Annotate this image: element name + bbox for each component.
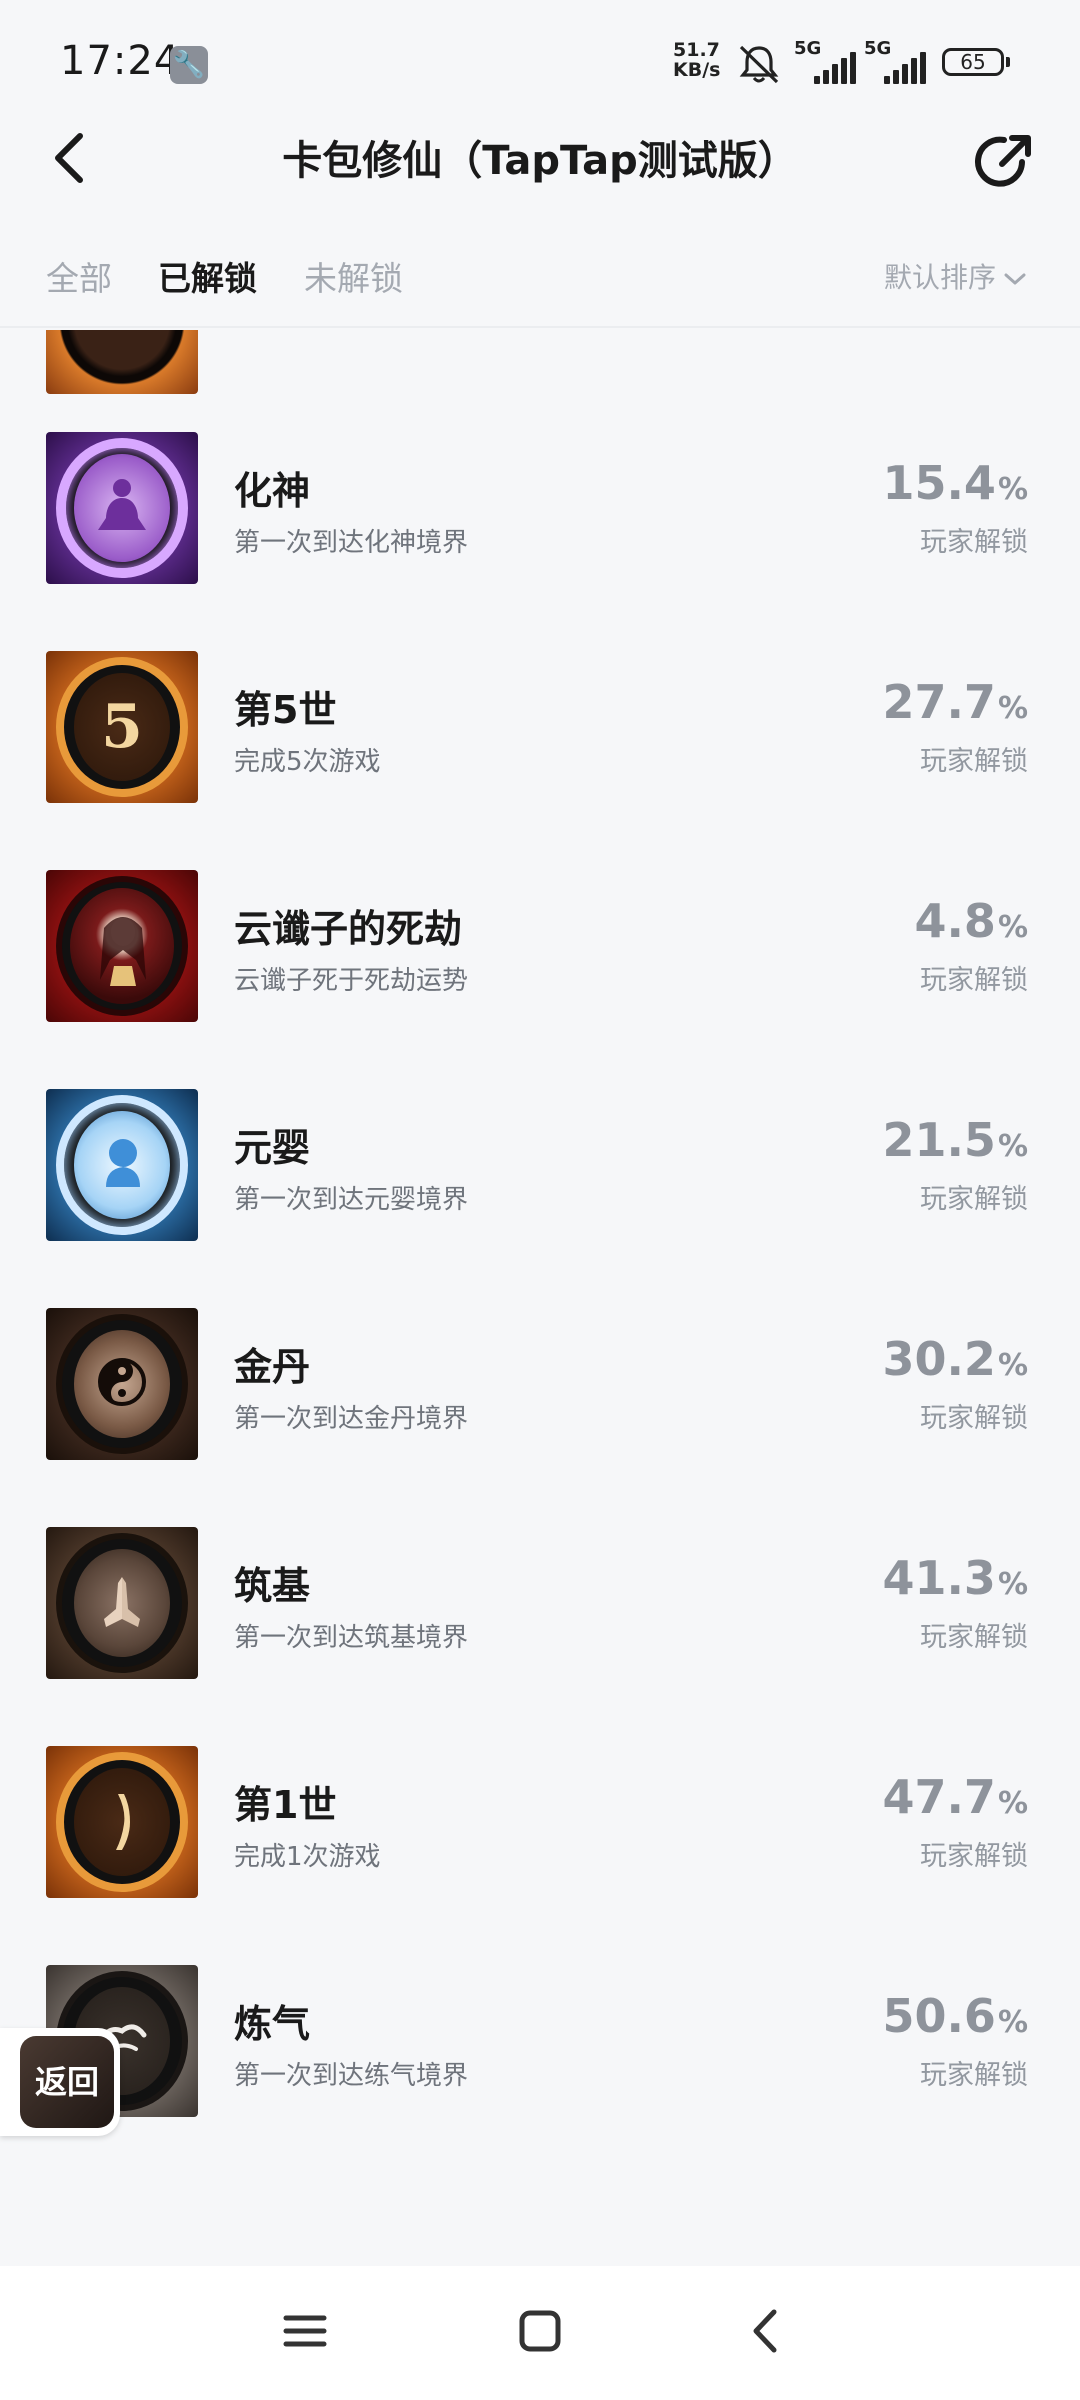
unlock-label: 玩家解锁 (920, 746, 1028, 777)
network-speed-value: 51.7 (673, 39, 720, 61)
unlock-percent: 50.6% (882, 1989, 1028, 2043)
unlock-label: 玩家解锁 (920, 527, 1028, 558)
praying-hands-icon (46, 1527, 198, 1679)
achievement-name: 炼气 (234, 2002, 311, 2046)
mute-bell-icon (739, 45, 779, 84)
achievement-list: 化神 第一次到达化神境界 15.4% 玩家解锁 5 第5世 完成5次游戏 27.… (0, 330, 1080, 2260)
character-portrait-icon (46, 870, 198, 1022)
achievement-desc: 完成1次游戏 (234, 1842, 381, 1872)
number-one-icon (46, 1746, 198, 1898)
chevron-down-icon (1004, 273, 1026, 285)
achievement-desc: 云谶子死于死劫运势 (234, 966, 469, 996)
system-nav-bar (0, 2266, 1080, 2400)
achievement-name: 第1世 (234, 1783, 337, 1827)
network-speed: 51.7 KB/s (673, 40, 720, 80)
number-five-icon: 5 (46, 651, 198, 803)
network-speed-unit: KB/s (673, 59, 721, 81)
taiji-icon (46, 1308, 198, 1460)
achievement-name: 第5世 (234, 688, 337, 732)
achievement-name: 元婴 (234, 1126, 311, 1170)
achievement-desc: 第一次到达元婴境界 (234, 1185, 469, 1215)
unlock-percent: 41.3% (882, 1551, 1028, 1605)
nav-back-icon[interactable] (732, 2296, 802, 2366)
sort-label: 默认排序 (884, 261, 997, 294)
unlock-percent: 30.2% (882, 1332, 1028, 1386)
menu-icon[interactable] (270, 2296, 340, 2366)
unlock-percent: 47.7% (882, 1770, 1028, 1824)
return-label: 返回 (20, 2036, 114, 2128)
achievement-name: 化神 (234, 469, 311, 513)
achievement-name: 云谶子的死劫 (234, 907, 463, 951)
share-icon[interactable] (970, 128, 1038, 196)
sort-dropdown[interactable]: 默认排序 (884, 256, 1028, 296)
unlock-label: 玩家解锁 (920, 1184, 1028, 1215)
achievement-desc: 第一次到达金丹境界 (234, 1404, 469, 1434)
achievement-desc: 第一次到达练气境界 (234, 2061, 469, 2091)
sim1-signal-icon: 5G (794, 38, 864, 84)
unlock-label: 玩家解锁 (920, 2060, 1028, 2091)
floating-return-button[interactable]: 返回 (0, 2028, 120, 2136)
achievement-desc: 第一次到达筑基境界 (234, 1623, 469, 1653)
meditation-figure-icon (46, 432, 198, 584)
unlock-percent: 21.5% (882, 1113, 1028, 1167)
achievement-desc: 第一次到达化神境界 (234, 528, 469, 558)
unlock-label: 玩家解锁 (920, 965, 1028, 996)
achievement-row[interactable]: 云谶子的死劫 云谶子死于死劫运势 4.8% 玩家解锁 (0, 870, 1080, 1089)
tab-all[interactable]: 全部 (46, 252, 112, 300)
tab-locked[interactable]: 未解锁 (304, 252, 403, 300)
unlock-label: 玩家解锁 (920, 1841, 1028, 1872)
unlock-percent: 15.4% (882, 456, 1028, 510)
achievement-desc: 完成5次游戏 (234, 747, 381, 777)
battery-icon: 65 (942, 48, 1010, 76)
achievement-row[interactable]: 炼气 第一次到达练气境界 50.6% 玩家解锁 (0, 1965, 1080, 2184)
achievement-row[interactable]: 5 第5世 完成5次游戏 27.7% 玩家解锁 (0, 651, 1080, 870)
unlock-label: 玩家解锁 (920, 1403, 1028, 1434)
unlock-percent: 27.7% (882, 675, 1028, 729)
achievement-row[interactable]: 第1世 完成1次游戏 47.7% 玩家解锁 (0, 1746, 1080, 1965)
infant-spirit-icon (46, 1089, 198, 1241)
filter-tabs: 全部 已解锁 未解锁 默认排序 (0, 240, 1080, 328)
unlock-percent: 4.8% (914, 894, 1028, 948)
achievement-row[interactable]: 元婴 第一次到达元婴境界 21.5% 玩家解锁 (0, 1089, 1080, 1308)
unlock-label: 玩家解锁 (920, 1622, 1028, 1653)
achievement-row[interactable]: 筑基 第一次到达筑基境界 41.3% 玩家解锁 (0, 1527, 1080, 1746)
status-time: 17:24 (60, 38, 181, 84)
achievement-row[interactable]: 金丹 第一次到达金丹境界 30.2% 玩家解锁 (0, 1308, 1080, 1527)
back-arrow-icon[interactable] (44, 120, 104, 200)
home-icon[interactable] (505, 2296, 575, 2366)
page-title: 卡包修仙（TapTap测试版） (282, 138, 798, 184)
wrench-icon: 🔧 (170, 46, 208, 84)
achievement-icon-partial (46, 330, 198, 394)
status-bar: 17:24 🔧 51.7 KB/s 5G 5G 65 (0, 0, 1080, 120)
sim2-signal-icon: 5G (864, 38, 934, 84)
achievement-name: 金丹 (234, 1345, 311, 1389)
tab-unlocked[interactable]: 已解锁 (158, 252, 257, 300)
achievement-name: 筑基 (234, 1564, 311, 1608)
app-header: 卡包修仙（TapTap测试版） (0, 120, 1080, 200)
achievement-row[interactable]: 化神 第一次到达化神境界 15.4% 玩家解锁 (0, 432, 1080, 651)
